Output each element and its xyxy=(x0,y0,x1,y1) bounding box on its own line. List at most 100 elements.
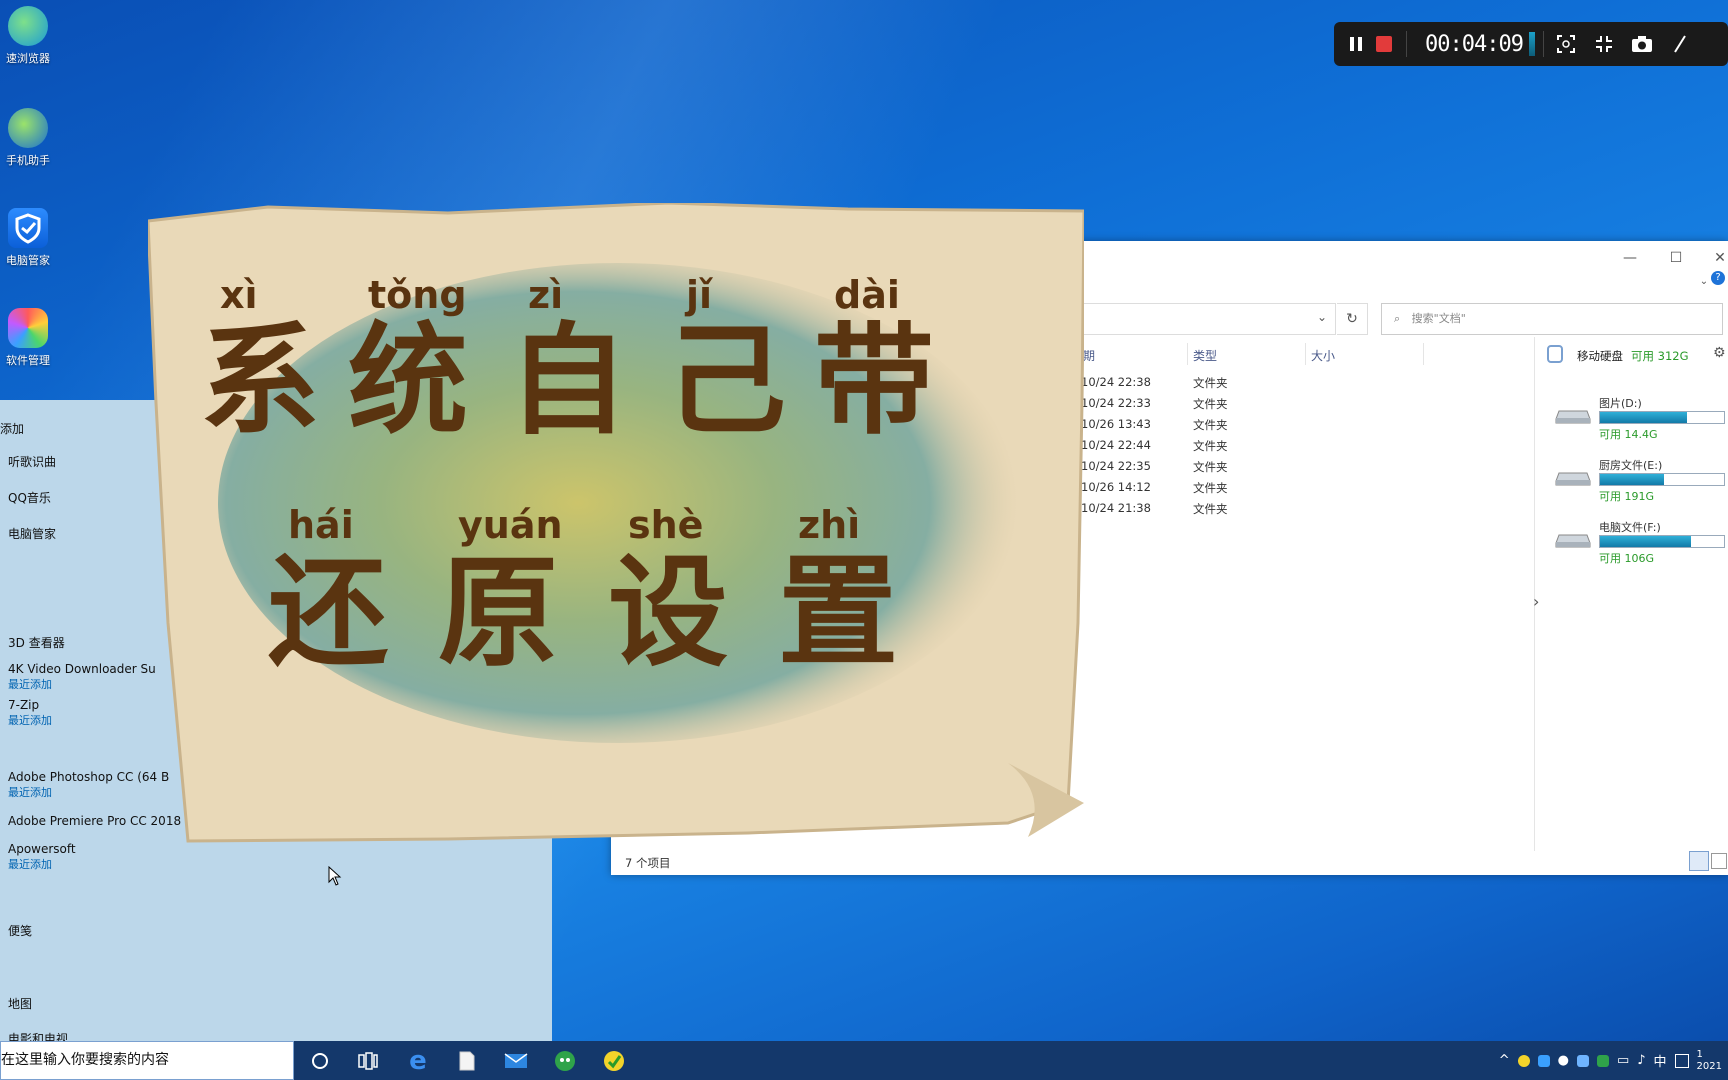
start-menu-item[interactable]: Apowersoft 最近添加 xyxy=(8,842,76,872)
chevron-down-icon[interactable]: ⌄ xyxy=(1317,310,1327,324)
mail-icon xyxy=(504,1052,528,1068)
network-icon[interactable]: ▭ xyxy=(1617,1053,1629,1068)
pc-manager-icon xyxy=(8,208,48,248)
hanzi-character: 统 xyxy=(348,310,468,451)
clock-date: 2021 xyxy=(1696,1060,1722,1072)
start-menu-item[interactable]: 听歌识曲 xyxy=(8,453,56,470)
start-menu-item[interactable]: QQ音乐 xyxy=(8,489,51,506)
microphone-icon[interactable]: ● xyxy=(1558,1053,1569,1068)
volume-icon[interactable]: ♪ xyxy=(1637,1053,1645,1068)
close-button[interactable]: ✕ xyxy=(1705,247,1728,269)
stop-button[interactable] xyxy=(1370,30,1398,58)
start-menu-item[interactable]: 添加 xyxy=(0,420,24,437)
tiles-view-icon[interactable] xyxy=(1711,853,1727,869)
gear-icon[interactable]: ⚙ xyxy=(1713,345,1726,361)
snapshot-button[interactable] xyxy=(1628,30,1656,58)
refresh-icon: ↻ xyxy=(1346,311,1358,327)
chevron-up-icon[interactable]: ^ xyxy=(1499,1053,1510,1068)
hard-drive-icon xyxy=(1555,534,1591,548)
hanzi-character: 系 xyxy=(200,310,320,451)
start-menu-item[interactable]: 电脑管家 xyxy=(8,525,56,542)
column-header-size[interactable]: 大小 xyxy=(1311,347,1335,364)
file-row-date: 10/24 22:44 xyxy=(1081,438,1151,452)
column-header-type[interactable]: 类型 xyxy=(1193,347,1217,364)
item-label: 添加 xyxy=(0,422,25,436)
help-icon[interactable]: ? xyxy=(1711,271,1725,285)
column-divider xyxy=(1187,343,1188,365)
drive-usage-bar xyxy=(1599,411,1725,424)
taskbar-search-text: 在这里输入你要搜索的内容 xyxy=(1,1052,169,1068)
circle-icon xyxy=(312,1052,328,1069)
shrink-button[interactable] xyxy=(1590,30,1618,58)
item-sublabel: 最近添加 xyxy=(8,786,52,799)
keyboard-icon[interactable] xyxy=(1674,1053,1689,1068)
item-label: 便笺 xyxy=(8,924,33,938)
drive-item[interactable]: 厨房文件(E:) 可用 191G xyxy=(1555,457,1728,507)
search-icon: ⌕ xyxy=(1394,312,1401,325)
pinyin-label: shè xyxy=(628,503,704,547)
region-button[interactable] xyxy=(1552,30,1580,58)
tray-app-icon[interactable] xyxy=(1537,1054,1550,1067)
tray-app-icon[interactable] xyxy=(1596,1054,1609,1067)
cortana-button[interactable] xyxy=(296,1041,344,1080)
start-menu-item[interactable]: Adobe Photoshop CC (64 B 最近添加 xyxy=(8,770,169,800)
hanzi-character: 置 xyxy=(778,542,898,683)
details-view-icon[interactable] xyxy=(1689,851,1709,871)
drive-name: 图片(D:) xyxy=(1599,397,1642,410)
drive-item[interactable]: 电脑文件(F:) 可用 106G xyxy=(1555,519,1728,569)
drive-usage-bar xyxy=(1599,473,1725,486)
desktop-icon-phone-assistant[interactable]: 手机助手 xyxy=(0,108,56,168)
mail-taskbar-button[interactable] xyxy=(492,1041,540,1080)
item-label: 3D 查看器 xyxy=(8,636,65,650)
pinyin-label: zhì xyxy=(798,503,861,547)
taskbar-search-input[interactable]: 在这里输入你要搜索的内容 xyxy=(0,1041,294,1080)
file-row-type: 文件夹 xyxy=(1193,460,1228,474)
browser-icon xyxy=(8,6,48,46)
pen-button[interactable] xyxy=(1666,30,1694,58)
search-placeholder: 搜索"文档" xyxy=(1411,312,1466,325)
screen-recorder-toolbar: 00:04:09 xyxy=(1334,22,1728,66)
hanzi-character: 还 xyxy=(268,542,388,683)
edge-taskbar-button[interactable]: e xyxy=(394,1041,442,1080)
search-input[interactable]: ⌕ 搜索"文档" xyxy=(1381,303,1723,335)
drive-name: 厨房文件(E:) xyxy=(1599,459,1663,472)
item-sublabel: 最近添加 xyxy=(8,858,52,871)
chevron-right-icon[interactable]: › xyxy=(1533,592,1549,616)
start-menu-item[interactable]: 7-Zip 最近添加 xyxy=(8,698,52,728)
maximize-button[interactable]: ☐ xyxy=(1661,247,1691,269)
notepad-taskbar-button[interactable] xyxy=(443,1041,491,1080)
start-menu-item[interactable]: 3D 查看器 xyxy=(8,634,65,651)
desktop-icon-software-manager[interactable]: 软件管理 xyxy=(0,308,56,368)
file-row-date: 10/24 22:35 xyxy=(1081,459,1151,473)
app-taskbar-button[interactable] xyxy=(590,1041,638,1080)
item-label: Apowersoft xyxy=(8,842,76,856)
drive-usage-fill xyxy=(1600,412,1687,423)
task-view-button[interactable] xyxy=(344,1041,392,1080)
drive-item[interactable]: 图片(D:) 可用 14.4G xyxy=(1555,395,1728,445)
start-menu-item[interactable]: 4K Video Downloader Su 最近添加 xyxy=(8,662,156,692)
minimize-button[interactable]: — xyxy=(1615,247,1645,269)
start-menu-item[interactable]: 便笺 xyxy=(8,922,32,939)
usb-drive-icon xyxy=(1547,345,1563,363)
file-row-type: 文件夹 xyxy=(1193,439,1228,453)
software-manager-icon xyxy=(8,308,48,348)
clock[interactable]: 1 2021 xyxy=(1697,1049,1722,1073)
column-divider xyxy=(1305,343,1306,365)
phone-assistant-icon xyxy=(8,108,48,148)
app-mascot-icon xyxy=(555,1050,575,1071)
tray-app-icon[interactable] xyxy=(1517,1054,1530,1067)
column-header-date[interactable]: 期 xyxy=(1083,347,1095,364)
desktop-icon-pc-manager[interactable]: 电脑管家 xyxy=(0,208,56,268)
refresh-button[interactable]: ↻ xyxy=(1337,303,1368,335)
ime-indicator[interactable]: 中 xyxy=(1654,1051,1667,1070)
pause-button[interactable] xyxy=(1342,30,1370,58)
start-menu-item[interactable]: 地图 xyxy=(8,995,32,1012)
app-taskbar-button[interactable] xyxy=(541,1041,589,1080)
tray-app-icon[interactable] xyxy=(1576,1054,1589,1067)
document-icon xyxy=(459,1051,475,1070)
item-label: 地图 xyxy=(8,997,33,1011)
file-row-type: 文件夹 xyxy=(1193,481,1228,495)
desktop-icon-browser[interactable]: 速浏览器 xyxy=(0,6,56,66)
file-row-date: 10/26 14:12 xyxy=(1081,480,1151,494)
stop-icon xyxy=(1376,36,1392,52)
